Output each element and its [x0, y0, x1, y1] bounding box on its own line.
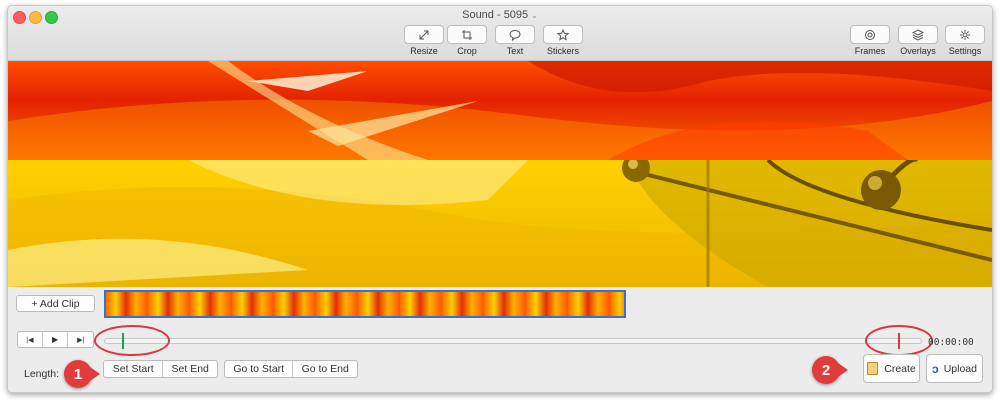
crop-icon: [462, 29, 472, 40]
skip-forward-icon: ▶|: [77, 336, 85, 344]
settings-tool[interactable]: Settings: [945, 25, 985, 56]
skip-back-icon: |◀: [26, 336, 34, 344]
upload-button[interactable]: ɔ Upload: [926, 354, 983, 383]
end-highlight-ellipse: [865, 325, 933, 356]
create-label: Create: [884, 362, 916, 375]
play-icon: ▶: [51, 335, 59, 344]
overlays-button[interactable]: [898, 25, 938, 44]
create-button[interactable]: Create: [863, 354, 920, 383]
step-1-arrow: [90, 367, 100, 381]
step-2-badge: 2: [812, 356, 840, 384]
playback-controls: |◀ ▶ ▶|: [17, 331, 94, 348]
timeline-track[interactable]: [104, 338, 922, 344]
preview-frame-bottom: [8, 160, 992, 287]
clip-thumbnail-strip[interactable]: [104, 290, 626, 318]
go-to-start-button[interactable]: Go to Start: [225, 361, 294, 377]
preview-top-art: [8, 61, 992, 160]
set-end-button[interactable]: Set End: [163, 361, 217, 377]
preview-frame-top: [8, 61, 992, 160]
stickers-button[interactable]: [543, 25, 583, 44]
window-title: Sound - 5095 ⌄: [8, 9, 992, 21]
frames-button[interactable]: [850, 25, 890, 44]
frames-icon: [865, 29, 875, 40]
settings-label: Settings: [948, 46, 982, 56]
editor-controls: + Add Clip |◀ ▶ ▶| 00:00:00 Length: 1 Se…: [8, 287, 992, 392]
chevron-down-icon[interactable]: ⌄: [531, 11, 538, 20]
gear-icon: [960, 29, 970, 40]
skip-forward-button[interactable]: ▶|: [68, 332, 93, 347]
skip-back-button[interactable]: |◀: [18, 332, 43, 347]
stickers-tool[interactable]: Stickers: [543, 25, 583, 56]
settings-button[interactable]: [945, 25, 985, 44]
add-clip-button[interactable]: + Add Clip: [16, 295, 95, 312]
title-bar: Sound - 5095⌄ Resize Crop Text Stickers: [8, 6, 992, 61]
star-icon: [557, 28, 569, 41]
document-icon: [867, 362, 879, 375]
resize-arrows-icon: [419, 30, 429, 39]
window-title-text: Sound - 5095: [462, 9, 529, 21]
video-preview: [8, 61, 992, 287]
set-start-button[interactable]: Set Start: [104, 361, 164, 377]
step-2-arrow: [838, 363, 848, 377]
crop-button[interactable]: [447, 25, 487, 44]
start-highlight-ellipse: [94, 325, 170, 356]
text-button[interactable]: [495, 25, 535, 44]
upload-logo-icon: ɔ: [932, 361, 939, 376]
goto-controls: Go to Start Go to End: [224, 360, 358, 378]
preview-bottom-art: [8, 160, 992, 287]
step-1-badge: 1: [64, 360, 92, 388]
resize-button[interactable]: [404, 25, 444, 44]
start-end-controls: Set Start Set End: [103, 360, 218, 378]
go-to-end-button[interactable]: Go to End: [293, 361, 357, 377]
length-label: Length:: [24, 368, 60, 380]
upload-label: Upload: [943, 362, 977, 375]
play-button[interactable]: ▶: [43, 332, 69, 347]
timecode-display: 00:00:00: [928, 337, 974, 348]
app-window: Sound - 5095⌄ Resize Crop Text Stickers: [7, 5, 993, 393]
stickers-label: Stickers: [546, 46, 579, 56]
speech-bubble-icon: [509, 29, 521, 41]
layers-icon: [912, 28, 924, 41]
